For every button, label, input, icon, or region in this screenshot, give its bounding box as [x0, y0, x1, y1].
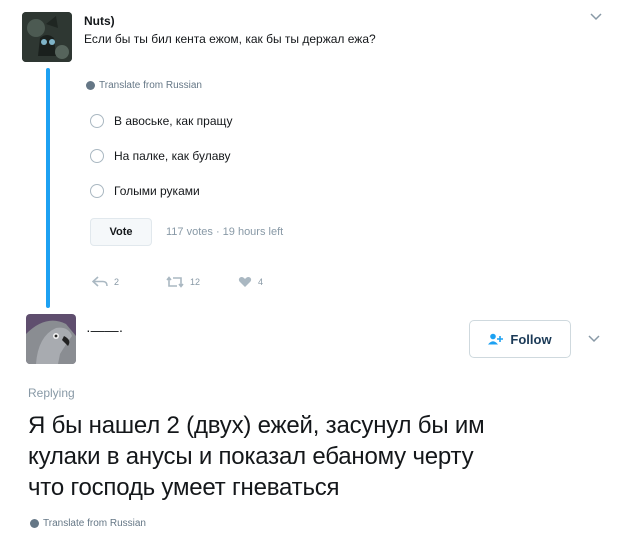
tweet1-author[interactable]: Nuts): [84, 14, 115, 28]
retweet-count: 12: [190, 277, 201, 287]
reply-action[interactable]: 2: [92, 276, 119, 288]
poll-option-label: На палке, как булаву: [114, 149, 231, 163]
replying-label: Replying: [28, 386, 75, 400]
tweet2-text-line: Я бы нашел 2 (двух) ежей, засунул бы им: [28, 412, 485, 439]
tweet1-text: Если бы ты бил кента ежом, как бы ты дер…: [84, 32, 376, 46]
translate-label: Translate from Russian: [99, 80, 202, 91]
radio-button[interactable]: [90, 114, 104, 128]
chevron-down-icon[interactable]: [590, 10, 602, 24]
tweet1-translate-link[interactable]: Translate from Russian: [86, 80, 202, 91]
follow-button[interactable]: Follow: [469, 320, 571, 358]
poll-option-3[interactable]: Голыми руками: [90, 184, 200, 198]
poll-meta: 117 votes · 19 hours left: [166, 226, 284, 238]
heart-icon: [238, 277, 252, 287]
poll-option-label: В авоське, как пращу: [114, 114, 233, 128]
like-action[interactable]: 4: [238, 276, 263, 288]
tweet2-author[interactable]: ·——·: [86, 322, 123, 338]
thread-line: [46, 68, 50, 308]
translate-label: Translate from Russian: [43, 518, 146, 529]
globe-icon: [30, 519, 39, 528]
avatar-parrot[interactable]: [26, 314, 76, 364]
avatar-image: [26, 314, 76, 364]
follow-user-icon: [488, 333, 504, 345]
chevron-down-icon[interactable]: [588, 332, 600, 346]
poll-option-1[interactable]: В авоське, как пращу: [90, 114, 233, 128]
retweet-action[interactable]: 12: [166, 276, 200, 288]
tweet2-text-line: кулаки в анусы и показал ебаному черту: [28, 443, 474, 470]
vote-button[interactable]: Vote: [90, 218, 152, 246]
follow-label: Follow: [510, 331, 552, 347]
tweet2-text: Я бы нашел 2 (двух) ежей, засунул бы им …: [28, 410, 628, 503]
radio-button[interactable]: [90, 149, 104, 163]
poll-option-2[interactable]: На палке, как булаву: [90, 149, 230, 163]
radio-button[interactable]: [90, 184, 104, 198]
reply-count: 2: [114, 277, 120, 287]
poll-option-label: Голыми руками: [114, 184, 200, 198]
retweet-icon: [166, 276, 184, 288]
avatar-image: [22, 12, 72, 62]
tweet2-text-line: что господь умеет гневаться: [28, 474, 340, 501]
like-count: 4: [258, 277, 264, 287]
globe-icon: [86, 81, 95, 90]
tweet2-translate-link[interactable]: Translate from Russian: [30, 518, 146, 529]
avatar-nuts[interactable]: [22, 12, 72, 62]
reply-icon: [92, 276, 108, 287]
